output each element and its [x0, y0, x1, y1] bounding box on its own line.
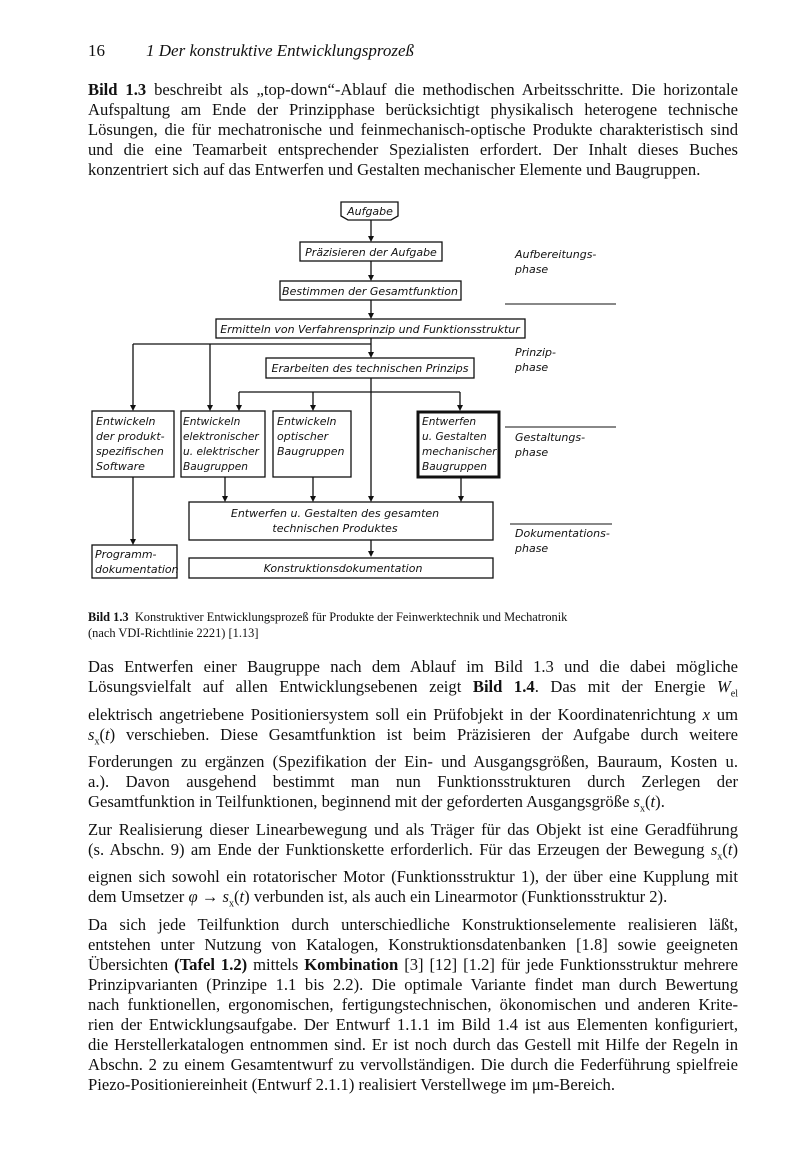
arrow-icon: [222, 496, 228, 502]
text-line: Das Entwerfen einer Baugruppe nach dem A…: [88, 657, 738, 676]
text-line: Bild 1.3 beschreibt als „top-down“-Ablau…: [88, 80, 738, 99]
text-line: rien der Entwicklungsaufgabe. Der Entwur…: [88, 1015, 738, 1035]
text-line: Zur Realisierung dieser Linearbewegung u…: [88, 819, 738, 839]
figure-reference: Bild 1.3: [88, 80, 147, 99]
arrow-icon: [368, 352, 374, 358]
caption-text: Konstruktiver Entwicklungsprozeß für Pro…: [134, 610, 568, 624]
text-line: sx(t) verschieben. Diese Gesamtfunktion …: [88, 724, 738, 747]
node-ermitteln: Ermitteln von Verfahrensprinzip und Funk…: [220, 323, 521, 336]
text-line: die Herstellerkatalogen entnommen sind. …: [88, 1035, 738, 1055]
text-line: Lösungsvielfalt auf allen Entwicklungseb…: [88, 677, 739, 700]
arrow-icon: [458, 496, 464, 502]
arrow-icon: [207, 405, 213, 411]
node-erarbeiten: Erarbeiten des technischen Prinzips: [272, 362, 469, 375]
body-paragraph: Das Entwerfen einer Baugruppe nach dem A…: [88, 657, 738, 1095]
node-programmdoku-box: [91, 544, 178, 579]
text-line: nach funktionellen, ergonomischen, ferti…: [88, 994, 738, 1014]
arrow-icon: [310, 405, 316, 411]
text-line: Abschn. 2 zu einem Gesamtentwurf zu verv…: [88, 1055, 738, 1075]
node-aufgabe-shape: [340, 201, 399, 221]
figure-caption: Bild 1.3 Konstruktiver Entwicklungsproze…: [88, 609, 567, 641]
text-line: Lösungen, die für mechatronische und fei…: [88, 120, 738, 140]
node-mechanisch: Entwerfen u. Gestalten mechanischer Baugrup…: [422, 416, 497, 473]
arrow-icon: [130, 539, 136, 545]
phase-label-prinzip: Prinzip-phase: [514, 346, 556, 374]
text-line: Übersichten (Tafel 1.2) mittels Kombinat…: [88, 954, 738, 974]
emphasis: Kombination: [304, 954, 399, 974]
node-aufgabe: Aufgabe: [346, 205, 393, 218]
arrow-icon: [236, 405, 242, 411]
phase-label-dokumentation: Dokumentations-phase: [514, 527, 610, 555]
node-optisch-box: [272, 410, 352, 478]
arrow-icon: [368, 313, 374, 319]
node-gesamt-box: [188, 501, 494, 541]
node-bestimmen: Bestimmen der Gesamtfunktion: [282, 285, 458, 298]
text-line: Aufspaltung am Ende der Prinzipphase ber…: [88, 100, 738, 120]
node-elektronisch-box: [180, 410, 266, 478]
emphasis: Bild 1.4: [472, 677, 535, 697]
node-elektronisch: Entwickeln elektronischer u. elektrischer B…: [183, 416, 260, 473]
text-line: entstehen unter Nutzung von Katalogen, K…: [88, 934, 738, 954]
chapter-title: 1 Der konstruktive Entwicklungsprozeß: [146, 41, 415, 60]
text-line: Forderungen zu ergänzen (Spezifikation d…: [88, 752, 738, 771]
emphasis: (Tafel 1.2): [174, 954, 248, 974]
text-line: konzentriert sich auf das Entwerfen und …: [88, 160, 701, 180]
node-konstruktionsdoku-box: [188, 557, 494, 579]
phase-label-gestaltung: Gestaltungs-phase: [514, 431, 585, 459]
arrow-icon: [457, 405, 463, 411]
text-line: a.). Davon ausgehend bestimmt man nun Fu…: [88, 772, 738, 792]
node-programmdoku: Programm-dokumentation: [95, 548, 179, 576]
node-erarbeiten-box: [265, 357, 475, 379]
arrow-icon: [310, 496, 316, 502]
node-mechanisch-box: [416, 410, 501, 479]
page-number: 16: [88, 41, 105, 60]
node-praezisieren: Präzisieren der Aufgabe: [305, 246, 437, 259]
node-konstruktionsdoku: Konstruktionsdokumentation: [264, 562, 423, 575]
node-praezisieren-box: [299, 241, 443, 262]
text-line: Piezo-Positioniereinheit (Entwurf 2.1.1)…: [88, 1075, 615, 1095]
arrow-icon: [368, 275, 374, 281]
node-bestimmen-box: [279, 280, 462, 301]
text-line: (s. Abschn. 9) am Ende der Funktionskett…: [88, 839, 738, 862]
text-line: eignen sich sowohl ein rotatorischer Mot…: [88, 867, 738, 887]
node-software: Entwickeln der produkt-spezifischen Softwa…: [96, 415, 165, 473]
caption-source: (nach VDI-Richtlinie 2221) [1.13]: [88, 626, 259, 640]
text-line: dem Umsetzer φ → sx(t) verbunden ist, al…: [88, 887, 668, 910]
text-line: Gesamtfunktion in Teilfunktionen, beginn…: [88, 792, 665, 815]
text-line: Prinzipvarianten (Prinzipe 1.1 bis 2.2).…: [88, 974, 738, 994]
caption-label: Bild 1.3: [88, 610, 129, 624]
text-line: elektrisch angetriebene Positioniersyste…: [88, 704, 738, 724]
phase-label-aufbereitung: Aufbereitungs-phase: [514, 248, 596, 276]
arrow-icon: [368, 496, 374, 502]
node-software-box: [91, 410, 175, 478]
text-line: Da sich jede Teilfunktion durch untersch…: [88, 914, 738, 934]
text-line: und die eine Teamarbeit entsprechender S…: [88, 140, 738, 160]
node-ermitteln-box: [215, 318, 526, 339]
arrow-icon: [368, 551, 374, 557]
node-gesamt: Entwerfen u. Gestalten des gesamten techn…: [231, 507, 439, 535]
arrow-icon: [130, 405, 136, 411]
node-optisch: Entwickeln optischer Baugruppen: [277, 415, 344, 458]
intro-paragraph: Bild 1.3 beschreibt als „top-down“-Ablau…: [88, 80, 738, 180]
arrow-icon: [368, 236, 374, 242]
